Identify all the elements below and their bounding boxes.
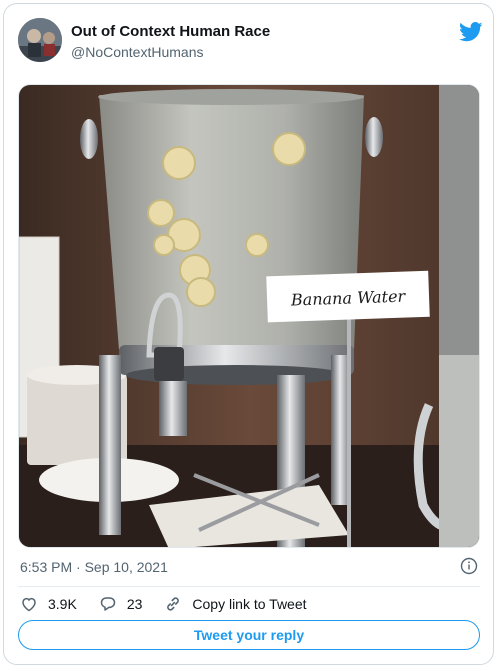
reply-count-button[interactable]: 23 [99,595,143,613]
tweet-photo[interactable]: Banana Water [18,84,480,548]
twitter-bird-icon[interactable] [459,22,483,42]
link-icon [167,597,180,611]
reply-count: 23 [126,596,143,612]
tweet-card: Out of Context Human Race @NoContextHuma… [3,3,494,665]
info-icon[interactable] [460,557,478,575]
tweet-timestamp[interactable]: 6:53 PM · Sep 10, 2021 [20,559,168,575]
like-count: 3.9K [48,596,77,612]
tweet-reply-button[interactable]: Tweet your reply [18,620,480,650]
reply-bubble-icon [100,597,116,611]
like-button[interactable]: 3.9K [20,595,77,613]
author-handle[interactable]: @NoContextHumans [71,44,204,60]
banana-water-sign: Banana Water [290,287,407,310]
avatar[interactable] [18,18,62,62]
copy-link-button[interactable]: Copy link to Tweet [164,595,307,613]
author-name[interactable]: Out of Context Human Race [71,23,270,40]
divider [18,586,480,587]
heart-icon [22,597,36,612]
action-bar: 3.9K 23 Copy link to Tweet [20,594,329,614]
copy-link-label: Copy link to Tweet [192,596,307,612]
